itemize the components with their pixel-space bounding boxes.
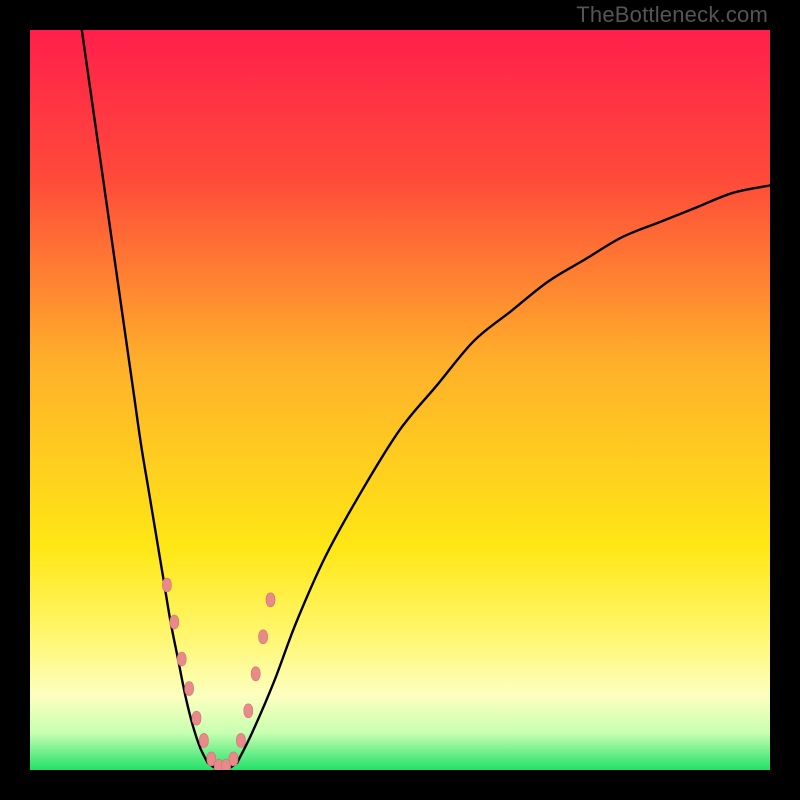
- marker-point: [251, 667, 260, 681]
- watermark-text: TheBottleneck.com: [576, 2, 768, 28]
- marker-point: [236, 733, 245, 747]
- marker-point: [192, 711, 201, 725]
- marker-point: [199, 733, 208, 747]
- marker-point: [170, 615, 179, 629]
- marker-point: [244, 704, 253, 718]
- marker-point: [162, 578, 171, 592]
- marker-point: [266, 593, 275, 607]
- chart-frame: TheBottleneck.com: [0, 0, 800, 800]
- highlighted-markers: [162, 578, 275, 770]
- curve-right-branch: [237, 185, 770, 762]
- curve-layer: [30, 30, 770, 770]
- marker-point: [259, 630, 268, 644]
- plot-area: [30, 30, 770, 770]
- marker-point: [229, 752, 238, 766]
- curve-left-branch: [82, 30, 208, 763]
- marker-point: [185, 682, 194, 696]
- marker-point: [177, 652, 186, 666]
